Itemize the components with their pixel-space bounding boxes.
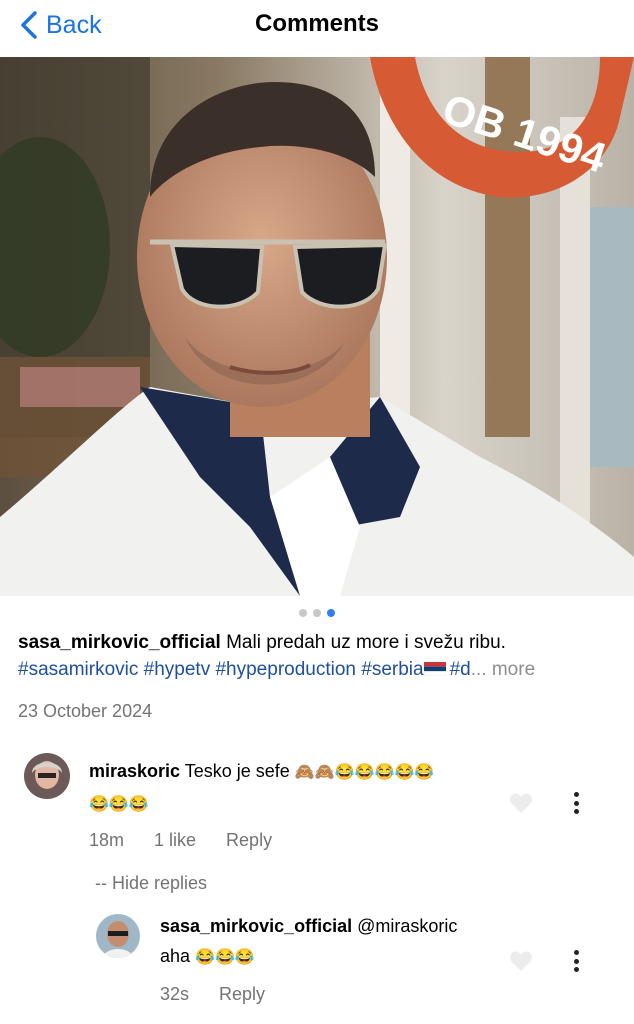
caption-text: Mali predah uz more i svežu ribu. <box>226 632 506 653</box>
reply-time: 32s <box>160 984 190 1004</box>
post-caption: sasa_mirkovic_official Mali predah uz mo… <box>18 629 618 683</box>
avatar-image <box>24 753 70 799</box>
comment-time: 18m <box>89 830 125 850</box>
page-title: Comments <box>254 10 380 37</box>
reply-mention[interactable]: @miraskoric <box>357 916 457 936</box>
more-link[interactable]: ... more <box>471 659 535 680</box>
hashtag[interactable]: #hypetv <box>144 659 211 680</box>
hide-replies-button[interactable]: -- Hide replies <box>95 873 207 894</box>
avatar[interactable] <box>24 753 70 799</box>
hashtag[interactable]: #sasamirkovic <box>18 659 138 680</box>
reply-button[interactable]: Reply <box>226 830 272 851</box>
heart-icon[interactable] <box>509 792 533 814</box>
carousel-dot[interactable] <box>313 609 321 617</box>
hashtag[interactable]: #hypeproduction <box>215 659 356 680</box>
post-date: 23 October 2024 <box>18 701 153 721</box>
avatar-image <box>96 914 140 958</box>
selfie-image: OB 1994 <box>0 57 634 596</box>
comment-emojis: 🙈🙈😂😂😂😂😂 <box>294 764 435 781</box>
avatar[interactable] <box>96 914 140 958</box>
comment-body: miraskoric Tesko je sefe 🙈🙈😂😂😂😂😂 😂😂😂 <box>89 756 434 820</box>
comment-likes[interactable]: 1 like <box>154 830 196 851</box>
hashtag[interactable]: #serbia <box>361 659 423 680</box>
reply-text: aha <box>160 946 191 966</box>
reply-button[interactable]: Reply <box>219 984 265 1005</box>
post-photo[interactable]: OB 1994 <box>0 57 634 596</box>
serbia-flag-icon <box>423 662 446 676</box>
reply-meta: 32s Reply <box>160 984 265 1005</box>
reply-username[interactable]: sasa_mirkovic_official <box>160 916 352 936</box>
caption-username[interactable]: sasa_mirkovic_official <box>18 632 221 653</box>
more-options-icon[interactable] <box>574 792 580 814</box>
reply-body: sasa_mirkovic_official @miraskoric aha 😂… <box>160 911 457 973</box>
comment-emojis-continued: 😂😂😂 <box>89 796 149 813</box>
comment-username[interactable]: miraskoric <box>89 761 180 781</box>
carousel-dot[interactable] <box>299 609 307 617</box>
reply-emojis: 😂😂😂 <box>195 949 255 966</box>
more-options-icon[interactable] <box>574 950 580 972</box>
comment-meta: 18m 1 like Reply <box>89 830 272 851</box>
comment-text: Tesko je sefe <box>184 761 290 781</box>
carousel-indicator[interactable] <box>0 609 634 617</box>
top-bar: Back Comments <box>0 0 634 52</box>
hashtag-truncated[interactable]: #d <box>450 659 471 680</box>
carousel-dot-active[interactable] <box>327 609 335 617</box>
heart-icon[interactable] <box>509 950 533 972</box>
